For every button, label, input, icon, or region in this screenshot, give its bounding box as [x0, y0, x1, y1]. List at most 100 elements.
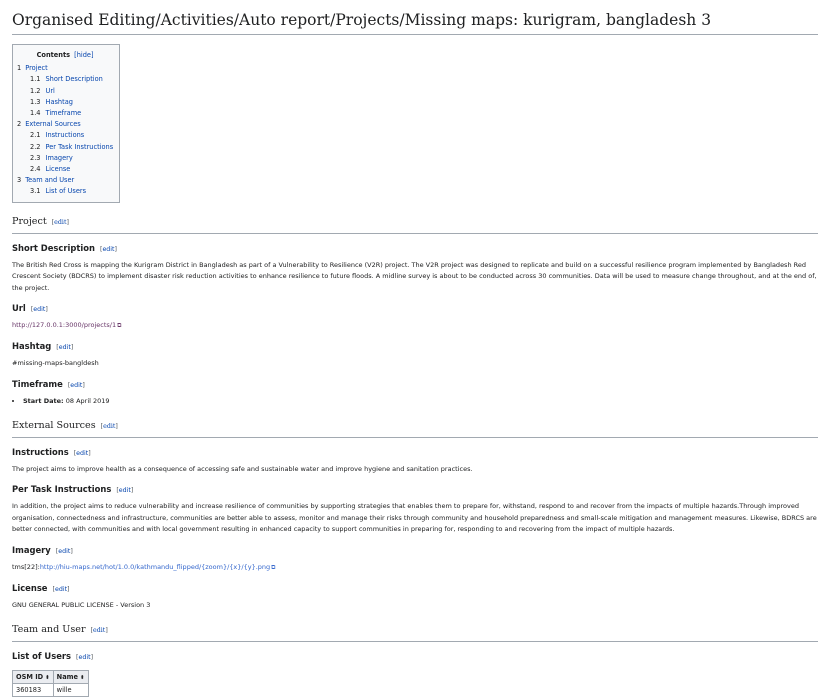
edit-imagery: [edit] — [55, 547, 73, 555]
edit-link[interactable]: edit — [93, 627, 105, 634]
external-link-icon: ⧉ — [271, 563, 276, 571]
per-task-instructions-text: In addition, the project aims to reduce … — [12, 502, 817, 534]
subsection-heading: List of Users — [12, 651, 72, 662]
subsection-license: License [edit] — [12, 582, 818, 596]
url-paragraph: http://127.0.0.1:3000/projects/1⧉ — [12, 320, 818, 332]
toc-item[interactable]: 1 Project — [17, 63, 113, 74]
table-cell-osm-id: 360183 — [12, 683, 54, 697]
toc-title: Contents — [36, 51, 71, 59]
edit-link[interactable]: edit — [103, 423, 115, 430]
toc-item-label[interactable]: Hashtag — [46, 98, 73, 106]
column-header-label: OSM ID — [16, 673, 44, 682]
edit-link[interactable]: edit — [54, 219, 66, 226]
edit-timeframe: [edit] — [67, 381, 85, 389]
hashtag-value: #missing-maps-bangldesh — [12, 359, 99, 368]
edit-section-external: [edit] — [100, 422, 118, 430]
toc-hide-toggle[interactable]: [hide] — [74, 51, 93, 59]
page-title: Organised Editing/Activities/Auto report… — [12, 10, 818, 35]
subsection-heading: Per Task Instructions — [12, 484, 112, 495]
subsection-list-of-users: List of Users [edit] — [12, 650, 818, 664]
toc-item[interactable]: 3 Team and User — [17, 175, 113, 186]
edit-link[interactable]: edit — [55, 586, 67, 593]
edit-url: [edit] — [30, 306, 48, 314]
sort-icon[interactable]: ⬍ — [45, 675, 50, 681]
section-project: Project [edit] — [12, 215, 818, 234]
toc-item[interactable]: 1.4 Timeframe — [17, 108, 113, 119]
column-header-label: Name — [56, 673, 78, 682]
toc-item[interactable]: 1.2 Url — [17, 86, 113, 97]
subsection-heading: License — [12, 582, 48, 593]
toc-item-number: 3 — [17, 176, 22, 185]
toc-item[interactable]: 1.3 Hashtag — [17, 97, 113, 108]
edit-link[interactable]: edit — [78, 654, 90, 661]
table-row: 360183 wille — [12, 683, 89, 697]
toc-item[interactable]: 2.2 Per Task Instructions — [17, 142, 113, 153]
toc-item-number: 1 — [17, 64, 22, 73]
sort-icon[interactable]: ⬍ — [80, 675, 85, 681]
toc-item-number: 2.2 — [30, 142, 41, 151]
edit-license: [edit] — [52, 585, 70, 593]
subsection-heading: Instructions — [12, 446, 69, 457]
toc-item[interactable]: 2.1 Instructions — [17, 130, 113, 141]
subsection-url: Url [edit] — [12, 302, 818, 316]
edit-short-description: [edit] — [99, 245, 117, 253]
edit-link[interactable]: edit — [119, 487, 131, 494]
toc-item[interactable]: 1.1 Short Description — [17, 74, 113, 85]
list-item: Start Date: 08 April 2019 — [23, 396, 818, 407]
toc-item-label[interactable]: Project — [25, 64, 48, 72]
toc-item-label[interactable]: Timeframe — [46, 109, 82, 117]
toc-item[interactable]: 3.1 List of Users — [17, 186, 113, 197]
edit-link[interactable]: edit — [58, 548, 70, 555]
external-link-icon: ⧉ — [117, 322, 122, 330]
edit-list-of-users: [edit] — [76, 654, 94, 662]
timeframe-list: Start Date: 08 April 2019 — [12, 396, 818, 407]
toc-item-label[interactable]: Short Description — [46, 75, 103, 83]
edit-section-team: [edit] — [90, 627, 108, 635]
subsection-imagery: Imagery [edit] — [12, 544, 818, 558]
imagery-prefix: tms[22]: — [12, 562, 40, 571]
toc-item-label[interactable]: Url — [46, 87, 55, 95]
toc-item-number: 1.4 — [30, 109, 41, 118]
subsection-instructions: Instructions [edit] — [12, 446, 818, 460]
table-cell-name: wille — [52, 683, 89, 697]
subsection-hashtag: Hashtag [edit] — [12, 340, 818, 354]
edit-link[interactable]: edit — [33, 306, 45, 313]
table-of-contents: Contents [hide] 1 Project 1.1 Short Descrip… — [12, 44, 121, 203]
section-heading: External Sources — [12, 419, 96, 431]
project-url-link[interactable]: http://127.0.0.1:3000/projects/1 — [12, 321, 116, 329]
section-heading: Project — [12, 215, 47, 227]
edit-per-task: [edit] — [116, 487, 134, 495]
toc-item-number: 2 — [17, 120, 22, 129]
edit-instructions: [edit] — [73, 449, 91, 457]
toc-header: Contents [hide] — [17, 50, 113, 61]
subsection-heading: Short Description — [12, 242, 95, 253]
edit-link[interactable]: edit — [102, 246, 114, 253]
toc-item-number: 1.2 — [30, 86, 41, 95]
toc-item[interactable]: 2 External Sources — [17, 119, 113, 130]
toc-item-number: 2.4 — [30, 165, 41, 174]
toc-item-label[interactable]: License — [46, 165, 71, 173]
toc-item-label[interactable]: Instructions — [46, 131, 85, 139]
subsection-heading: Hashtag — [12, 341, 52, 352]
section-heading: Team and User — [12, 624, 86, 636]
imagery-link[interactable]: http://hiu-maps.net/hot/1.0.0/kathmandu_… — [40, 563, 270, 571]
toc-item-label[interactable]: Team and User — [25, 176, 74, 184]
edit-link[interactable]: edit — [59, 344, 71, 351]
toc-item-label[interactable]: External Sources — [25, 120, 81, 128]
section-external-sources: External Sources [edit] — [12, 419, 818, 438]
toc-item-label[interactable]: Per Task Instructions — [46, 143, 114, 151]
edit-link[interactable]: edit — [70, 382, 82, 389]
toc-item[interactable]: 2.3 Imagery — [17, 153, 113, 164]
instructions-text: The project aims to improve health as a … — [12, 464, 473, 473]
toc-item-label[interactable]: List of Users — [46, 187, 87, 195]
users-table: OSM ID ⬍ Name ⬍ 360183 wille — [12, 670, 89, 697]
subsection-heading: Imagery — [12, 544, 51, 555]
toc-item[interactable]: 2.4 License — [17, 164, 113, 175]
toc-list: 1 Project 1.1 Short Description 1.2 Url 1.3 Has… — [17, 63, 113, 197]
toc-item-label[interactable]: Imagery — [46, 154, 73, 162]
start-date-label: Start Date: — [23, 396, 64, 405]
edit-link[interactable]: edit — [76, 450, 88, 457]
toc-item-number: 1.3 — [30, 97, 41, 106]
toc-item-number: 3.1 — [30, 187, 41, 196]
edit-section-project: [edit] — [51, 218, 69, 226]
